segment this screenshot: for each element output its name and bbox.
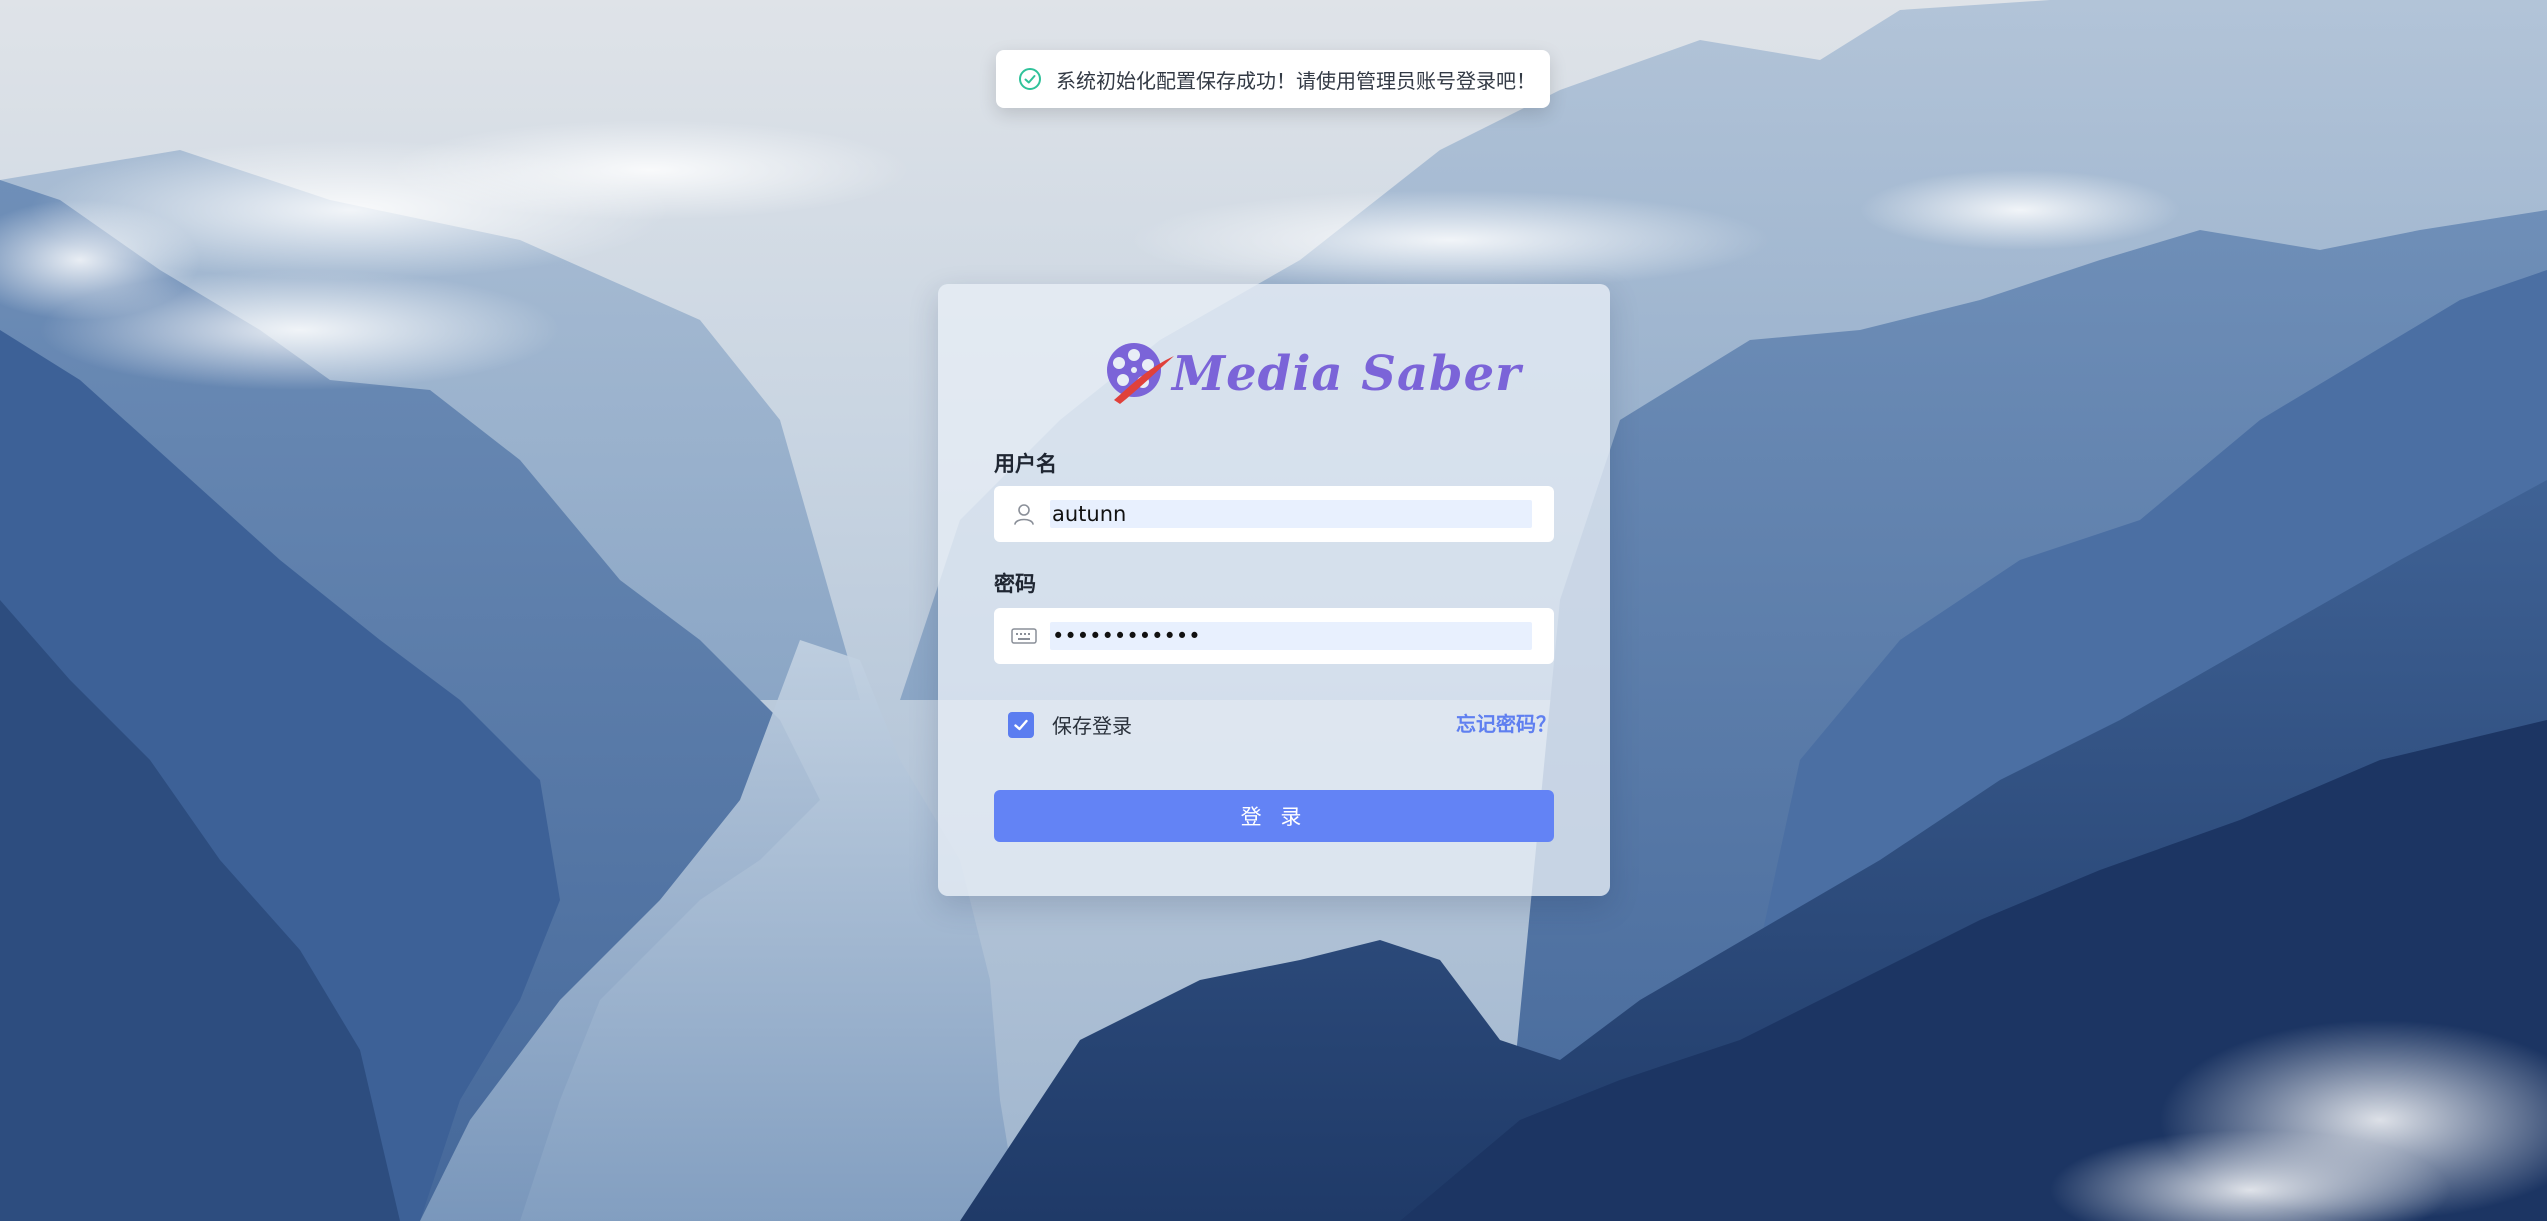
- success-toast: 系统初始化配置保存成功！请使用管理员账号登录吧！: [996, 50, 1550, 108]
- check-circle-icon: [1019, 68, 1041, 90]
- brand-name: Media Saber: [1172, 346, 1522, 402]
- remember-checkbox[interactable]: [1008, 711, 1034, 738]
- login-card: Media Saber 用户名 autunn 密码 •••••••••••• 保…: [938, 284, 1610, 896]
- password-label: 密码: [994, 572, 1036, 596]
- remember-label: 保存登录: [1052, 714, 1132, 738]
- password-input[interactable]: ••••••••••••: [1050, 622, 1532, 650]
- brand-logo: Media Saber: [1100, 338, 1521, 410]
- password-field[interactable]: ••••••••••••: [994, 608, 1554, 664]
- remember-login[interactable]: 保存登录: [1008, 710, 1132, 739]
- toast-message: 系统初始化配置保存成功！请使用管理员账号登录吧！: [1056, 68, 1536, 93]
- user-icon: [1014, 504, 1034, 525]
- keyboard-icon: [1011, 628, 1037, 644]
- forgot-password-link[interactable]: 忘记密码？: [1456, 708, 1556, 737]
- check-icon: [1014, 719, 1028, 730]
- username-input[interactable]: autunn: [1050, 500, 1532, 528]
- login-button[interactable]: 登 录: [994, 790, 1554, 842]
- login-page: 系统初始化配置保存成功！请使用管理员账号登录吧！ Media Saber 用户名: [0, 0, 2547, 1221]
- film-reel-icon: [1107, 343, 1174, 404]
- username-label: 用户名: [994, 452, 1057, 476]
- username-field[interactable]: autunn: [994, 486, 1554, 542]
